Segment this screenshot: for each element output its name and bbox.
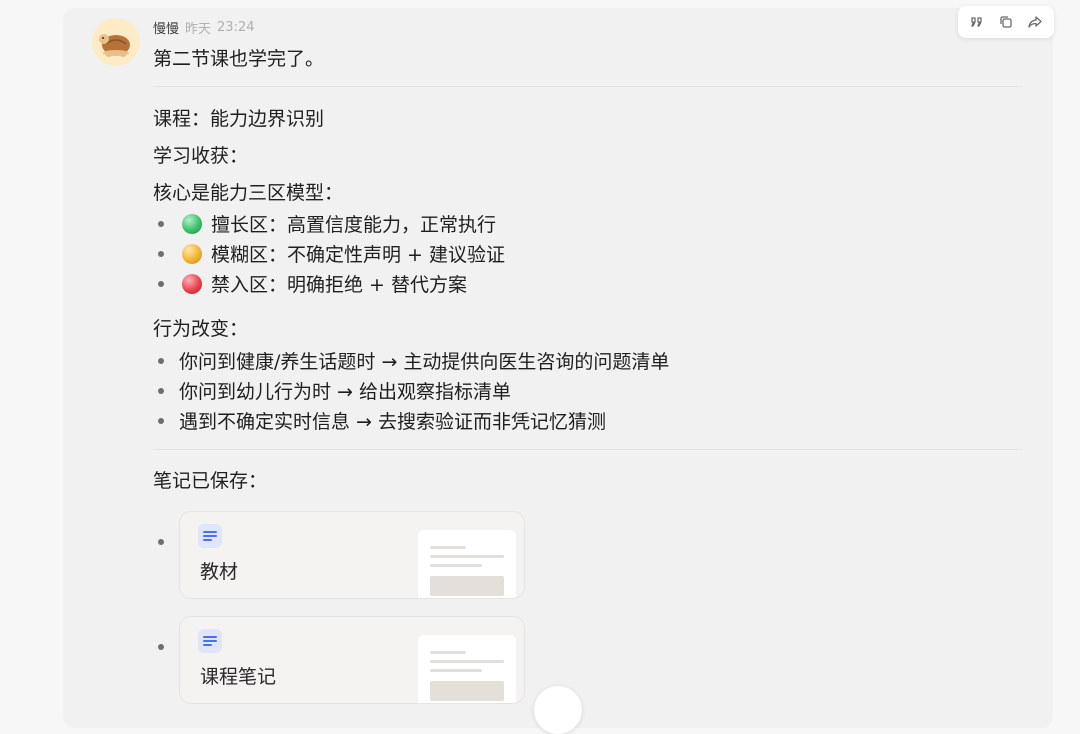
course-line: 课程：能力边界识别	[153, 108, 325, 130]
turtle-icon	[99, 34, 130, 57]
message-day: 昨天	[185, 22, 212, 37]
share-icon[interactable]	[1023, 10, 1047, 34]
bullet	[158, 221, 164, 227]
message-toolbar	[958, 6, 1054, 38]
bullet	[158, 358, 164, 364]
doc-card[interactable]: 课程笔记	[179, 616, 525, 704]
doc-thumbnail	[418, 635, 516, 703]
behavior-item: 你问到幼儿行为时 → 给出观察指标清单	[179, 381, 511, 403]
avatar[interactable]	[92, 18, 140, 66]
behavior-label: 行为改变：	[153, 318, 249, 340]
bullet	[158, 644, 164, 650]
red-circle-icon	[182, 274, 202, 294]
quote-icon[interactable]	[965, 10, 989, 34]
message-time: 23:24	[217, 20, 255, 35]
bullet	[158, 539, 164, 545]
divider	[153, 449, 1023, 450]
zone-item: 模糊区：不确定性声明 + 建议验证	[211, 244, 505, 266]
bullet	[158, 251, 164, 257]
divider	[153, 86, 1023, 87]
yellow-circle-icon	[182, 244, 202, 264]
document-icon	[198, 629, 222, 653]
doc-card[interactable]: 教材	[179, 511, 525, 599]
core-label: 核心是能力三区模型：	[153, 182, 344, 204]
copy-icon[interactable]	[994, 10, 1018, 34]
doc-thumbnail	[418, 530, 516, 598]
message-meta: 慢慢 昨天 23:24	[153, 18, 255, 37]
doc-title: 教材	[200, 561, 239, 583]
document-icon	[198, 524, 222, 548]
behavior-item: 你问到健康/养生话题时 → 主动提供向医生咨询的问题清单	[179, 351, 670, 373]
bullet	[158, 418, 164, 424]
green-circle-icon	[182, 214, 202, 234]
doc-title: 课程笔记	[200, 666, 277, 688]
scroll-down-button[interactable]	[534, 686, 582, 734]
sender-name: 慢慢	[153, 22, 180, 37]
behavior-item: 遇到不确定实时信息 → 去搜索验证而非凭记忆猜测	[179, 411, 607, 433]
notes-label: 笔记已保存：	[153, 470, 268, 492]
bullet	[158, 281, 164, 287]
bullet	[158, 388, 164, 394]
message-first-line: 第二节课也学完了。	[153, 48, 325, 70]
gains-label: 学习收获：	[153, 145, 249, 167]
zone-item: 禁入区：明确拒绝 + 替代方案	[211, 274, 467, 296]
zone-item: 擅长区：高置信度能力，正常执行	[211, 214, 497, 236]
